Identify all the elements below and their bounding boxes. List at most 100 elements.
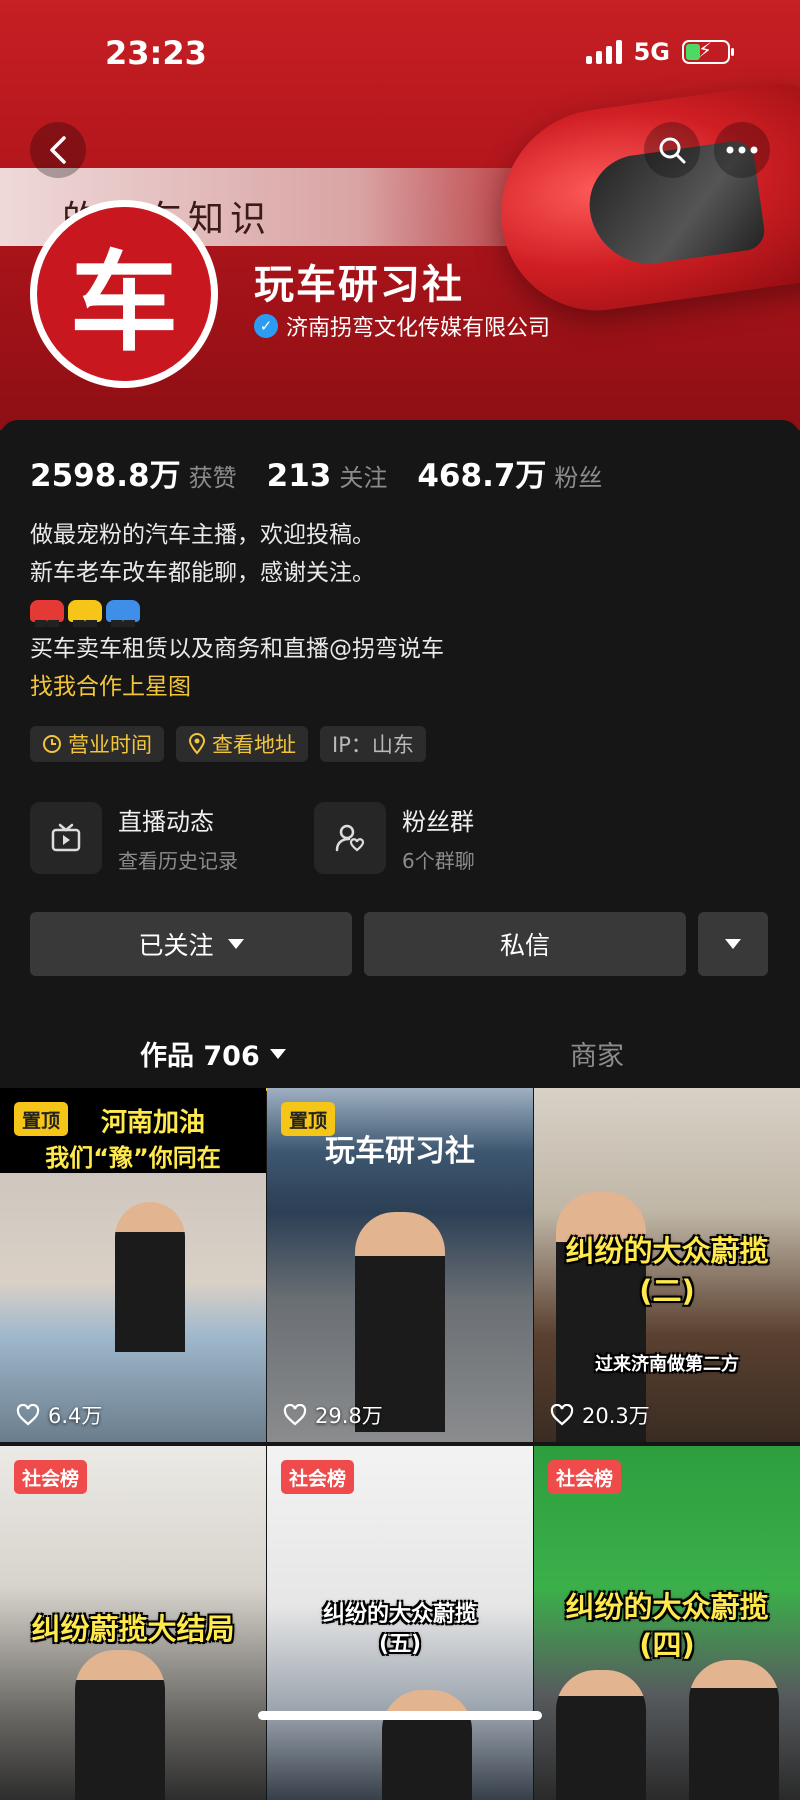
video-title: 我们“豫”你同在 [45,1144,221,1172]
network-type: 5G [633,38,670,66]
stat-value: 213 [266,458,332,494]
message-label: 私信 [499,931,550,960]
stat-label: 关注 [339,464,388,492]
video-thumbnail-figure [688,1660,779,1800]
video-card[interactable]: 社会榜 纠纷蔚揽大结局 [0,1446,266,1800]
feature-subtitle: 6个群聊 [402,849,475,873]
cooperation-link[interactable]: 找我合作上星图 [30,668,444,706]
status-time: 23:23 [105,34,207,72]
fan-group-entry[interactable]: 粉丝群 6个群聊 [314,802,598,874]
location-pin-icon [188,733,206,755]
like-count: 20.3万 [550,1400,650,1430]
video-title: (四) [639,1628,695,1662]
video-thumbnail-figure [114,1202,185,1352]
heart-icon [550,1404,574,1426]
heart-icon [283,1404,307,1426]
video-title: 纠纷蔚揽大结局 [31,1612,235,1646]
stats-row: 2598.8万 获赞 213 关注 468.7万 粉丝 [30,450,602,495]
address-tag[interactable]: 查看地址 [176,726,308,762]
video-card[interactable]: 社会榜 纠纷的大众蔚揽 (四) [534,1446,800,1800]
clock-icon [43,735,61,753]
tag-row: 营业时间 查看地址 IP：山东 [30,726,426,762]
video-thumbnail-figure [355,1212,445,1432]
feature-title: 粉丝群 [402,808,474,836]
search-button[interactable] [644,122,700,178]
tab-label: 作品 706 [140,1041,260,1072]
more-button[interactable] [714,122,770,178]
video-card[interactable]: 社会榜 纠纷的大众蔚揽 (五) [267,1446,533,1800]
taxi-icon [68,600,102,627]
stat-value: 2598.8万 [30,458,181,494]
video-card[interactable]: 置顶 河南加油 我们“豫”你同在 6.4万 [0,1088,266,1442]
video-thumbnail-figure [74,1650,165,1800]
tab-label: 商家 [570,1041,624,1072]
like-count-value: 29.8万 [315,1404,383,1428]
search-icon [659,137,686,164]
signal-icon [585,40,622,64]
chevron-left-icon [50,136,66,164]
video-card[interactable]: 置顶 玩车研习社 29.8万 [267,1088,533,1442]
bio-line: 买车卖车租赁以及商务和直播@拐弯说车 [30,636,444,662]
social-rank-badge: 社会榜 [548,1460,622,1494]
tag-label: IP：山东 [332,733,414,757]
video-title: (五) [378,1632,422,1657]
more-icon [726,146,758,154]
bio: 做最宠粉的汽车主播，欢迎投稿。 新车老车改车都能聊，感谢关注。 买车卖车租赁以及… [30,516,444,706]
account-name: 玩车研习社 [254,262,464,308]
tv-icon [30,802,102,874]
stat-label: 粉丝 [554,464,603,492]
tab-works[interactable]: 作品 706 [140,1034,286,1073]
video-title: 纠纷的大众蔚揽 [322,1602,477,1627]
like-count: 29.8万 [283,1400,383,1430]
tag-label: 查看地址 [212,733,296,757]
stat-following[interactable]: 213 关注 [267,458,388,494]
live-history-entry[interactable]: 直播动态 查看历史记录 [30,802,314,874]
more-actions-dropdown[interactable] [698,912,768,976]
video-thumbnail-figure [381,1690,472,1800]
stat-likes[interactable]: 2598.8万 获赞 [30,450,237,495]
profile-panel: 2598.8万 获赞 213 关注 468.7万 粉丝 做最宠粉的汽车主播，欢迎… [0,420,800,1800]
video-card[interactable]: 纠纷的大众蔚揽 (二) 过来济南做第二方 20.3万 [534,1088,800,1442]
red-car-icon [30,600,64,627]
bio-line: 做最宠粉的汽车主播，欢迎投稿。 [30,522,375,548]
like-count: 6.4万 [16,1400,102,1430]
followed-button[interactable]: 已关注 [30,912,352,976]
stat-label: 获赞 [188,464,237,492]
like-count-value: 20.3万 [582,1404,650,1428]
tag-label: 营业时间 [68,733,152,757]
followed-label: 已关注 [138,931,214,960]
business-hours-tag[interactable]: 营业时间 [30,726,164,762]
stat-followers[interactable]: 468.7万 粉丝 [417,450,602,495]
caret-down-icon [227,939,244,949]
video-thumbnail-figure [555,1670,646,1800]
ip-tag: IP：山东 [320,726,426,762]
video-title: 纠纷的大众蔚揽 [565,1234,769,1268]
action-buttons: 已关注 私信 [30,912,768,976]
store-sign-text: 玩车研习社 [325,1134,475,1169]
video-grid: 置顶 河南加油 我们“豫”你同在 6.4万 置顶 玩车研习社 29.8万 纠纷的… [0,1088,800,1800]
heart-icon [16,1404,40,1426]
feature-subtitle: 查看历史记录 [118,849,238,873]
caret-down-icon [725,939,741,949]
back-button[interactable] [30,122,86,178]
social-rank-badge: 社会榜 [14,1460,88,1494]
caret-down-icon [269,1048,286,1059]
car-emoji-row [30,592,444,630]
verification-row[interactable]: ✓ 济南拐弯文化传媒有限公司 [254,310,550,342]
message-button[interactable]: 私信 [364,912,686,976]
video-caption: 过来济南做第二方 [595,1354,739,1375]
like-count-value: 6.4万 [48,1404,103,1428]
home-indicator[interactable] [258,1711,542,1720]
fan-group-icon [314,802,386,874]
avatar-logo: 车 [37,207,211,381]
video-title: 河南加油 [100,1108,205,1138]
status-indicators: 5G ⚡ [585,38,734,66]
avatar[interactable]: 车 [30,200,218,388]
stat-value: 468.7万 [417,458,547,494]
blue-car-icon [106,600,140,627]
tab-shop[interactable]: 商家 [570,1034,624,1073]
social-rank-badge: 社会榜 [281,1460,355,1494]
battery-icon: ⚡ [682,38,734,64]
verification-text: 济南拐弯文化传媒有限公司 [286,316,551,341]
video-title: (二) [639,1274,695,1308]
